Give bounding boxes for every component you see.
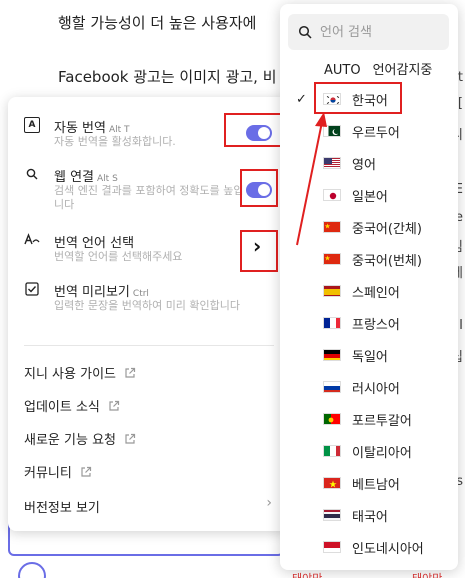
language-label: 일본어 <box>352 189 388 205</box>
external-link-icon <box>81 466 91 477</box>
language-option[interactable]: 베트남어 <box>280 467 458 499</box>
language-panel: AUTO언어감지중 ✓한국어우르두어영어일본어중국어(간체)중국어(번체)스페인… <box>280 4 458 570</box>
external-link-icon <box>109 400 120 411</box>
language-search-box[interactable] <box>288 14 449 50</box>
language-option[interactable]: 프랑스어 <box>280 307 458 339</box>
link-feature-request[interactable]: 새로운 기능 요청 <box>24 429 136 448</box>
background-text-line: 행할 가능성이 더 높은 사용자에 <box>58 14 257 32</box>
language-label: 영어 <box>352 157 376 173</box>
link-label: 업데이트 소식 <box>24 400 100 415</box>
setting-title: 번역 미리보기 Ctrl <box>54 285 149 300</box>
language-option[interactable]: 태국어 <box>280 499 458 531</box>
setting-title: 웹 연결 Alt S <box>54 170 118 185</box>
chevron-right-icon[interactable]: › <box>266 495 272 511</box>
flag-it-icon <box>323 445 341 457</box>
setting-description: 번역할 언어를 선택해주세요 <box>54 250 183 263</box>
link-label: 지니 사용 가이드 <box>24 367 116 382</box>
flag-id-icon <box>323 541 341 553</box>
highlight-box <box>240 169 278 207</box>
auto-detect-row[interactable]: AUTO 언어감지중 <box>324 59 432 78</box>
search-icon <box>298 25 312 39</box>
setting-description: 입력한 문장을 번역하여 미리 확인합니다 <box>54 299 241 312</box>
send-button[interactable] <box>18 562 46 578</box>
language-label: 독일어 <box>352 349 388 365</box>
language-option[interactable]: 러시아어 <box>280 371 458 403</box>
flag-vn-icon <box>323 477 341 489</box>
search-icon <box>24 166 40 182</box>
external-link-icon <box>125 433 136 444</box>
language-option[interactable]: 포르투갈어 <box>280 403 458 435</box>
language-label: 스페인어 <box>352 285 400 301</box>
language-label: 베트남어 <box>352 477 400 493</box>
background-fragment: 태야만 <box>412 570 442 578</box>
link-update-news[interactable]: 업데이트 소식 <box>24 396 120 415</box>
background-text-line: Facebook 광고는 이미지 광고, 비 <box>58 68 277 86</box>
checkbox-checked-icon <box>24 281 40 297</box>
shortcut-hint: Alt S <box>97 174 118 184</box>
auto-tag: AUTO <box>324 63 361 78</box>
language-label: 포르투갈어 <box>352 413 412 429</box>
language-label: 이탈리아어 <box>352 445 412 461</box>
language-label: 프랑스어 <box>352 317 400 333</box>
language-search-input[interactable] <box>320 24 430 40</box>
language-label: 인도네시아어 <box>352 541 424 557</box>
setting-description: 자동 번역을 활성화합니다. <box>54 135 176 148</box>
divider <box>24 345 274 346</box>
flag-th-icon <box>323 509 341 521</box>
flag-pt-icon <box>323 413 341 425</box>
language-option[interactable]: 인도네시아어 <box>280 531 458 563</box>
language-label: 우르두어 <box>352 125 400 141</box>
language-option[interactable]: 이탈리아어 <box>280 435 458 467</box>
flag-es-icon <box>323 285 341 297</box>
language-option[interactable]: 스페인어 <box>280 275 458 307</box>
flag-fr-icon <box>323 317 341 329</box>
flag-ru-icon <box>323 381 341 393</box>
link-label: 새로운 기능 요청 <box>24 433 116 448</box>
background-fragment: [ <box>457 96 463 111</box>
translate-a-icon: A <box>24 117 40 133</box>
checkmark-icon: ✓ <box>296 91 307 107</box>
background-fragment: 태야만 <box>292 570 322 578</box>
language-label: 중국어(번체) <box>352 253 422 269</box>
setting-title: 번역 언어 선택 <box>54 236 135 251</box>
highlight-box <box>224 113 283 147</box>
external-link-icon <box>125 367 136 378</box>
language-label: 중국어(간체) <box>352 221 422 237</box>
highlight-box <box>240 230 278 272</box>
shortcut-hint: Ctrl <box>132 289 149 299</box>
setting-description: 검색 엔진 결과를 포함하여 정확도를 높입니다 <box>54 184 244 211</box>
flag-cn-icon <box>323 253 341 265</box>
link-community[interactable]: 커뮤니티 <box>24 462 92 481</box>
link-version-info[interactable]: 버전정보 보기 <box>24 497 274 516</box>
settings-panel: A 자동 번역 Alt T 자동 번역을 활성화합니다. 웹 연결 Alt S 검색… <box>8 97 290 531</box>
link-user-guide[interactable]: 지니 사용 가이드 <box>24 363 136 382</box>
link-label: 버전정보 보기 <box>24 501 100 516</box>
auto-detect-label: 언어감지중 <box>372 63 433 78</box>
flag-de-icon <box>323 349 341 361</box>
language-ab-icon <box>24 232 40 248</box>
language-label: 러시아어 <box>352 381 400 397</box>
link-label: 커뮤니티 <box>24 466 72 481</box>
shortcut-hint: Alt T <box>108 125 130 135</box>
language-label: 태국어 <box>352 509 388 525</box>
background-fragment: t <box>457 70 463 85</box>
annotation-arrow-icon <box>296 112 327 246</box>
setting-title: 자동 번역 Alt T <box>54 121 130 136</box>
language-option[interactable]: 독일어 <box>280 339 458 371</box>
